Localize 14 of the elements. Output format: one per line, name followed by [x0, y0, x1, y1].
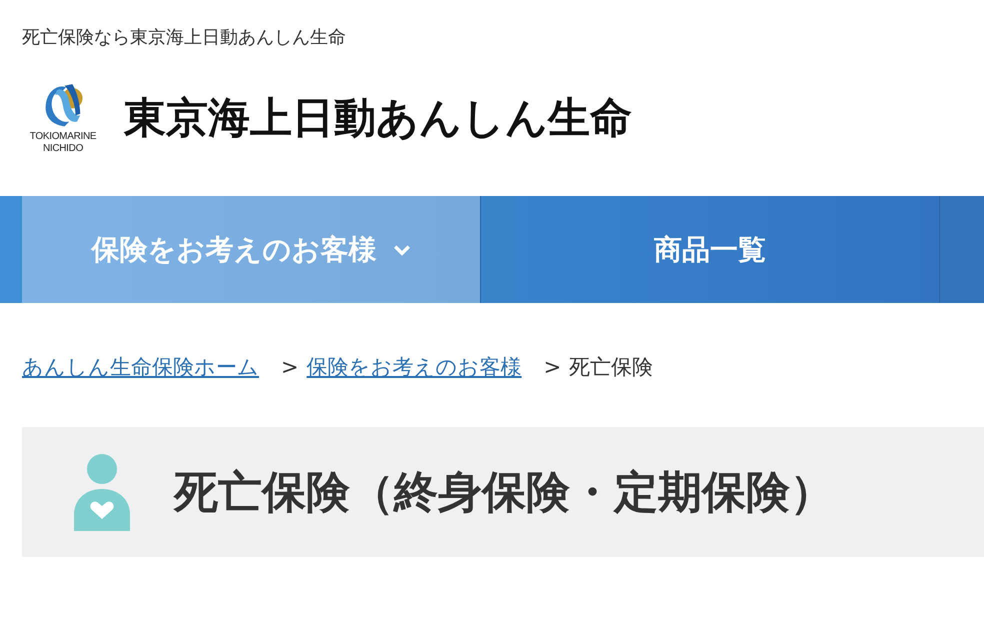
breadcrumb-separator: > [544, 355, 562, 379]
breadcrumb-current: 死亡保険 [569, 354, 654, 381]
breadcrumb-separator: > [281, 355, 299, 379]
company-logo[interactable]: TOKIOMARINE NICHIDO [22, 81, 104, 155]
site-title: 東京海上日動あんしん生命 [124, 92, 632, 144]
nav-tab[interactable]: 商品一覧 [480, 196, 939, 303]
logo-text: TOKIOMARINE [30, 131, 96, 143]
logo-text: NICHIDO [42, 143, 84, 155]
breadcrumb-link[interactable]: あんしん生命保険ホーム [22, 353, 259, 381]
page-title: 死亡保険（終身保険・定期保険） [174, 466, 834, 520]
tagline: 死亡保険なら東京海上日動あんしん生命 [21, 26, 347, 50]
person-heart-icon [74, 453, 130, 531]
breadcrumb-link[interactable]: 保険をお考えのお客様 [306, 353, 522, 381]
nav-tab[interactable] [939, 196, 984, 303]
